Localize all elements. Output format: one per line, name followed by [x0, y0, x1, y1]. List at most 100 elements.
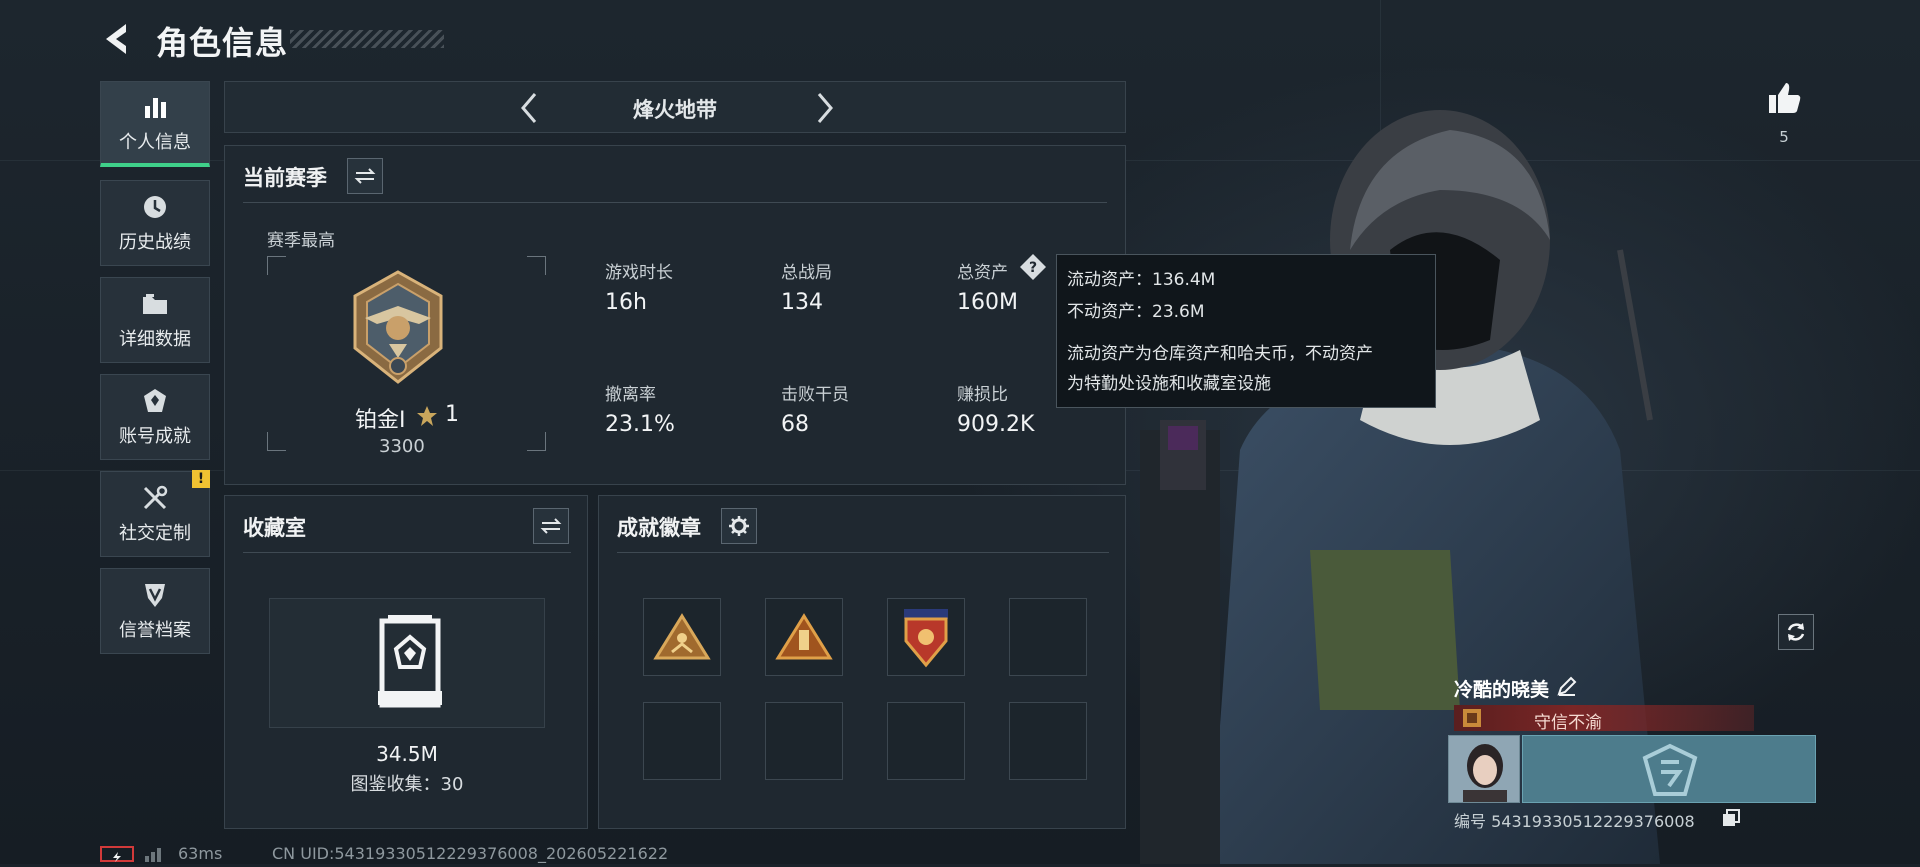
- sidebar-item-label: 社交定制: [119, 523, 191, 544]
- stat-value: 23.1%: [605, 412, 675, 437]
- panel-title: 当前赛季: [243, 166, 327, 190]
- stat-value: 68: [781, 412, 809, 437]
- panel-title: 成就徽章: [617, 516, 701, 540]
- title-decoration: [290, 30, 444, 48]
- edit-icon[interactable]: [1556, 675, 1578, 697]
- shield-icon: [145, 584, 165, 607]
- stat-value: 160M: [957, 290, 1018, 315]
- badge-slot[interactable]: [643, 702, 721, 780]
- ping-value: 63ms: [178, 844, 223, 863]
- current-season-panel: 当前赛季 赛季最高 铂金I 1 3300 游戏时长 16h 总战局 134 总资…: [224, 145, 1126, 485]
- avatar-image: [1449, 736, 1519, 802]
- divider: [617, 552, 1109, 553]
- gear-icon: [729, 516, 749, 536]
- badge-slot[interactable]: [765, 598, 843, 676]
- sidebar-item-label: 个人信息: [119, 131, 191, 153]
- collection-preview[interactable]: [269, 598, 545, 728]
- stat-value: 16h: [605, 290, 647, 315]
- sidebar-item-label: 历史战绩: [119, 232, 191, 253]
- stat-label: 总战局: [781, 263, 832, 283]
- badge-slot[interactable]: [887, 598, 965, 676]
- mode-name: 烽火地带: [633, 98, 717, 122]
- stat-label: 击败干员: [781, 385, 849, 405]
- sidebar-item-account-achievements[interactable]: 账号成就: [100, 374, 210, 460]
- swap-button[interactable]: [533, 508, 569, 544]
- honor-emblem-icon: [1463, 709, 1481, 727]
- player-name: 冷酷的晓美: [1454, 679, 1550, 701]
- sidebar-item-label: 详细数据: [119, 329, 191, 350]
- tooltip-line: 流动资产：136.4M: [1067, 270, 1216, 290]
- swap-icon: [354, 168, 376, 184]
- frame-corner: [267, 432, 286, 451]
- notification-badge: !: [192, 470, 210, 488]
- sidebar-item-label: 信誉档案: [119, 620, 191, 641]
- swap-icon: [540, 518, 562, 534]
- frame-corner: [527, 432, 546, 451]
- history-icon: [144, 196, 166, 218]
- badge-slot[interactable]: [1009, 702, 1087, 780]
- copy-icon[interactable]: [1722, 809, 1740, 827]
- stat-label: 撤离率: [605, 385, 656, 405]
- thumbs-up-icon[interactable]: [1766, 80, 1802, 116]
- triangle-badge-icon: [653, 613, 711, 660]
- sidebar-item-personal-info[interactable]: 个人信息: [100, 81, 210, 167]
- help-icon[interactable]: ?: [1019, 253, 1047, 281]
- avatar[interactable]: [1448, 735, 1520, 803]
- like-count: 5: [1779, 128, 1789, 146]
- refresh-icon: [1787, 623, 1805, 641]
- settings-button[interactable]: [721, 508, 757, 544]
- sidebar-item-detailed-data[interactable]: 详细数据: [100, 277, 210, 363]
- panel-title: 收藏室: [243, 516, 306, 540]
- stat-value: 134: [781, 290, 823, 315]
- chevron-right-icon[interactable]: [809, 90, 839, 126]
- player-uid: 编号 543193305122293760​08: [1454, 812, 1695, 831]
- page-title: 角色信息: [156, 24, 289, 62]
- signal-icon: [145, 848, 161, 862]
- rank-emblem-icon: [353, 270, 443, 384]
- divider: [243, 552, 571, 553]
- stat-value: 909.2K: [957, 412, 1035, 437]
- divider: [243, 202, 1107, 203]
- collection-panel: 收藏室 34.5M 图鉴收集：30: [224, 495, 588, 829]
- rank-name: 铂金I: [355, 408, 406, 433]
- svg-text:?: ?: [1029, 260, 1037, 276]
- swap-button[interactable]: [347, 158, 383, 194]
- folder-icon: [143, 294, 167, 314]
- asset-tooltip: 流动资产：136.4M 不动资产：23.6M 流动资产为仓库资产和哈夫币，不动资…: [1056, 254, 1436, 408]
- player-card-banner[interactable]: [1522, 735, 1816, 803]
- badge-slot[interactable]: [643, 598, 721, 676]
- stat-label: 总资产: [957, 263, 1008, 283]
- badge-slot[interactable]: [887, 702, 965, 780]
- rank-stars: 1: [445, 402, 459, 427]
- bar-chart-icon: [145, 97, 166, 118]
- back-arrow-icon[interactable]: [100, 22, 134, 56]
- collection-value: 34.5M: [376, 742, 438, 766]
- sidebar-item-reputation[interactable]: 信誉档案: [100, 568, 210, 654]
- season-best-label: 赛季最高: [267, 231, 335, 251]
- frame-corner: [267, 256, 286, 275]
- tooltip-line: 不动资产：23.6M: [1067, 302, 1205, 322]
- tooltip-line: 为特勤处设施和收藏室设施: [1067, 374, 1271, 394]
- display-case-icon: [378, 615, 442, 708]
- badge-slot[interactable]: [1009, 598, 1087, 676]
- rank-score: 3300: [379, 436, 425, 457]
- star-icon: [417, 406, 437, 426]
- pyramid-badge-icon: [775, 613, 833, 660]
- tools-icon: [143, 485, 168, 510]
- battery-icon: [100, 846, 134, 862]
- achievements-panel: 成就徽章: [598, 495, 1126, 829]
- honor-title: 守信不渝: [1534, 713, 1602, 733]
- sidebar-item-history[interactable]: 历史战绩: [100, 180, 210, 266]
- tooltip-line: 流动资产为仓库资产和哈夫币，不动资产: [1067, 344, 1373, 364]
- collection-count: 图鉴收集：30: [350, 774, 464, 795]
- achievement-icon: [144, 389, 166, 412]
- stat-label: 游戏时长: [605, 263, 673, 283]
- shield-badge-icon: [904, 609, 948, 668]
- sidebar-item-label: 账号成就: [119, 426, 191, 447]
- rotate-button[interactable]: [1778, 614, 1814, 650]
- frame-corner: [527, 256, 546, 275]
- footer-uid: CN UID:543193305122293760​08_20260522162…: [272, 844, 669, 863]
- badge-slot[interactable]: [765, 702, 843, 780]
- honor-title-bar: 守信不渝: [1454, 705, 1754, 733]
- team-logo-icon: [1642, 743, 1698, 796]
